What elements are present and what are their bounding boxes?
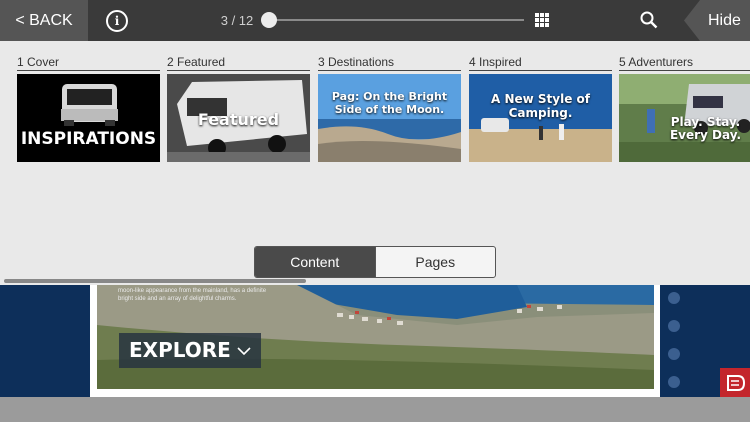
explore-label: EXPLORE bbox=[129, 338, 231, 362]
back-button[interactable]: < BACK bbox=[0, 0, 88, 41]
thumbnail-image: Play. Stay. Every Day. bbox=[619, 74, 750, 162]
thumbnail-image: Pag: On the Bright Side of the Moon. bbox=[318, 74, 461, 162]
page-dot[interactable] bbox=[668, 376, 680, 388]
hide-button[interactable]: Hide bbox=[684, 0, 750, 41]
horizontal-scrollbar[interactable] bbox=[4, 279, 306, 283]
thumbnail-title: Pag: On the Bright Side of the Moon. bbox=[331, 90, 448, 116]
thumbnail-label: 4 Inspired bbox=[469, 55, 612, 71]
page-body-text: moon-like appearance from the mainland, … bbox=[118, 288, 267, 302]
brand-logo-icon[interactable] bbox=[720, 368, 750, 398]
tab-content[interactable]: Content bbox=[255, 247, 375, 277]
thumbnail-label: 2 Featured bbox=[167, 55, 310, 71]
view-segmented-control: Content Pages bbox=[254, 246, 496, 278]
reader-page-view[interactable]: moon-like appearance from the mainland, … bbox=[0, 285, 750, 397]
thumbnail-title: A New Style of Camping. bbox=[490, 92, 590, 120]
thumbnail-label: 3 Destinations bbox=[318, 55, 461, 71]
hide-label: Hide bbox=[708, 12, 741, 29]
bottom-bar bbox=[0, 397, 750, 422]
page-slider-thumb[interactable] bbox=[261, 12, 277, 28]
grid-icon[interactable] bbox=[535, 13, 549, 27]
info-icon[interactable]: i bbox=[106, 10, 128, 32]
thumbnail-title: INSPIRATIONS bbox=[20, 129, 157, 149]
explore-button[interactable]: EXPLORE bbox=[119, 333, 261, 368]
page-photo: moon-like appearance from the mainland, … bbox=[97, 285, 654, 389]
thumbnail-title: Play. Stay. Every Day. bbox=[669, 115, 742, 142]
page-slider-track[interactable] bbox=[268, 19, 524, 21]
thumbnail-image: Featured bbox=[167, 74, 310, 162]
page-dot[interactable] bbox=[668, 320, 680, 332]
thumbnail-label: 5 Adventurers bbox=[619, 55, 750, 71]
top-toolbar: < BACK i 3 / 12 Hide bbox=[0, 0, 750, 41]
page-dot[interactable] bbox=[668, 348, 680, 360]
tab-pages[interactable]: Pages bbox=[374, 247, 496, 277]
thumbnail-image: INSPIRATIONS bbox=[17, 74, 160, 162]
thumbnail-title: Featured bbox=[197, 110, 280, 129]
page-dot[interactable] bbox=[668, 292, 680, 304]
thumbnail-image: A New Style of Camping. bbox=[469, 74, 612, 162]
page-counter: 3 / 12 bbox=[220, 13, 254, 28]
thumbnail-label: 1 Cover bbox=[17, 55, 160, 71]
search-icon[interactable] bbox=[640, 11, 658, 29]
thumbnail-panel: 1 Cover INSPIRATIONS 2 Featured Featured… bbox=[0, 41, 750, 285]
chevron-down-icon bbox=[237, 347, 251, 355]
